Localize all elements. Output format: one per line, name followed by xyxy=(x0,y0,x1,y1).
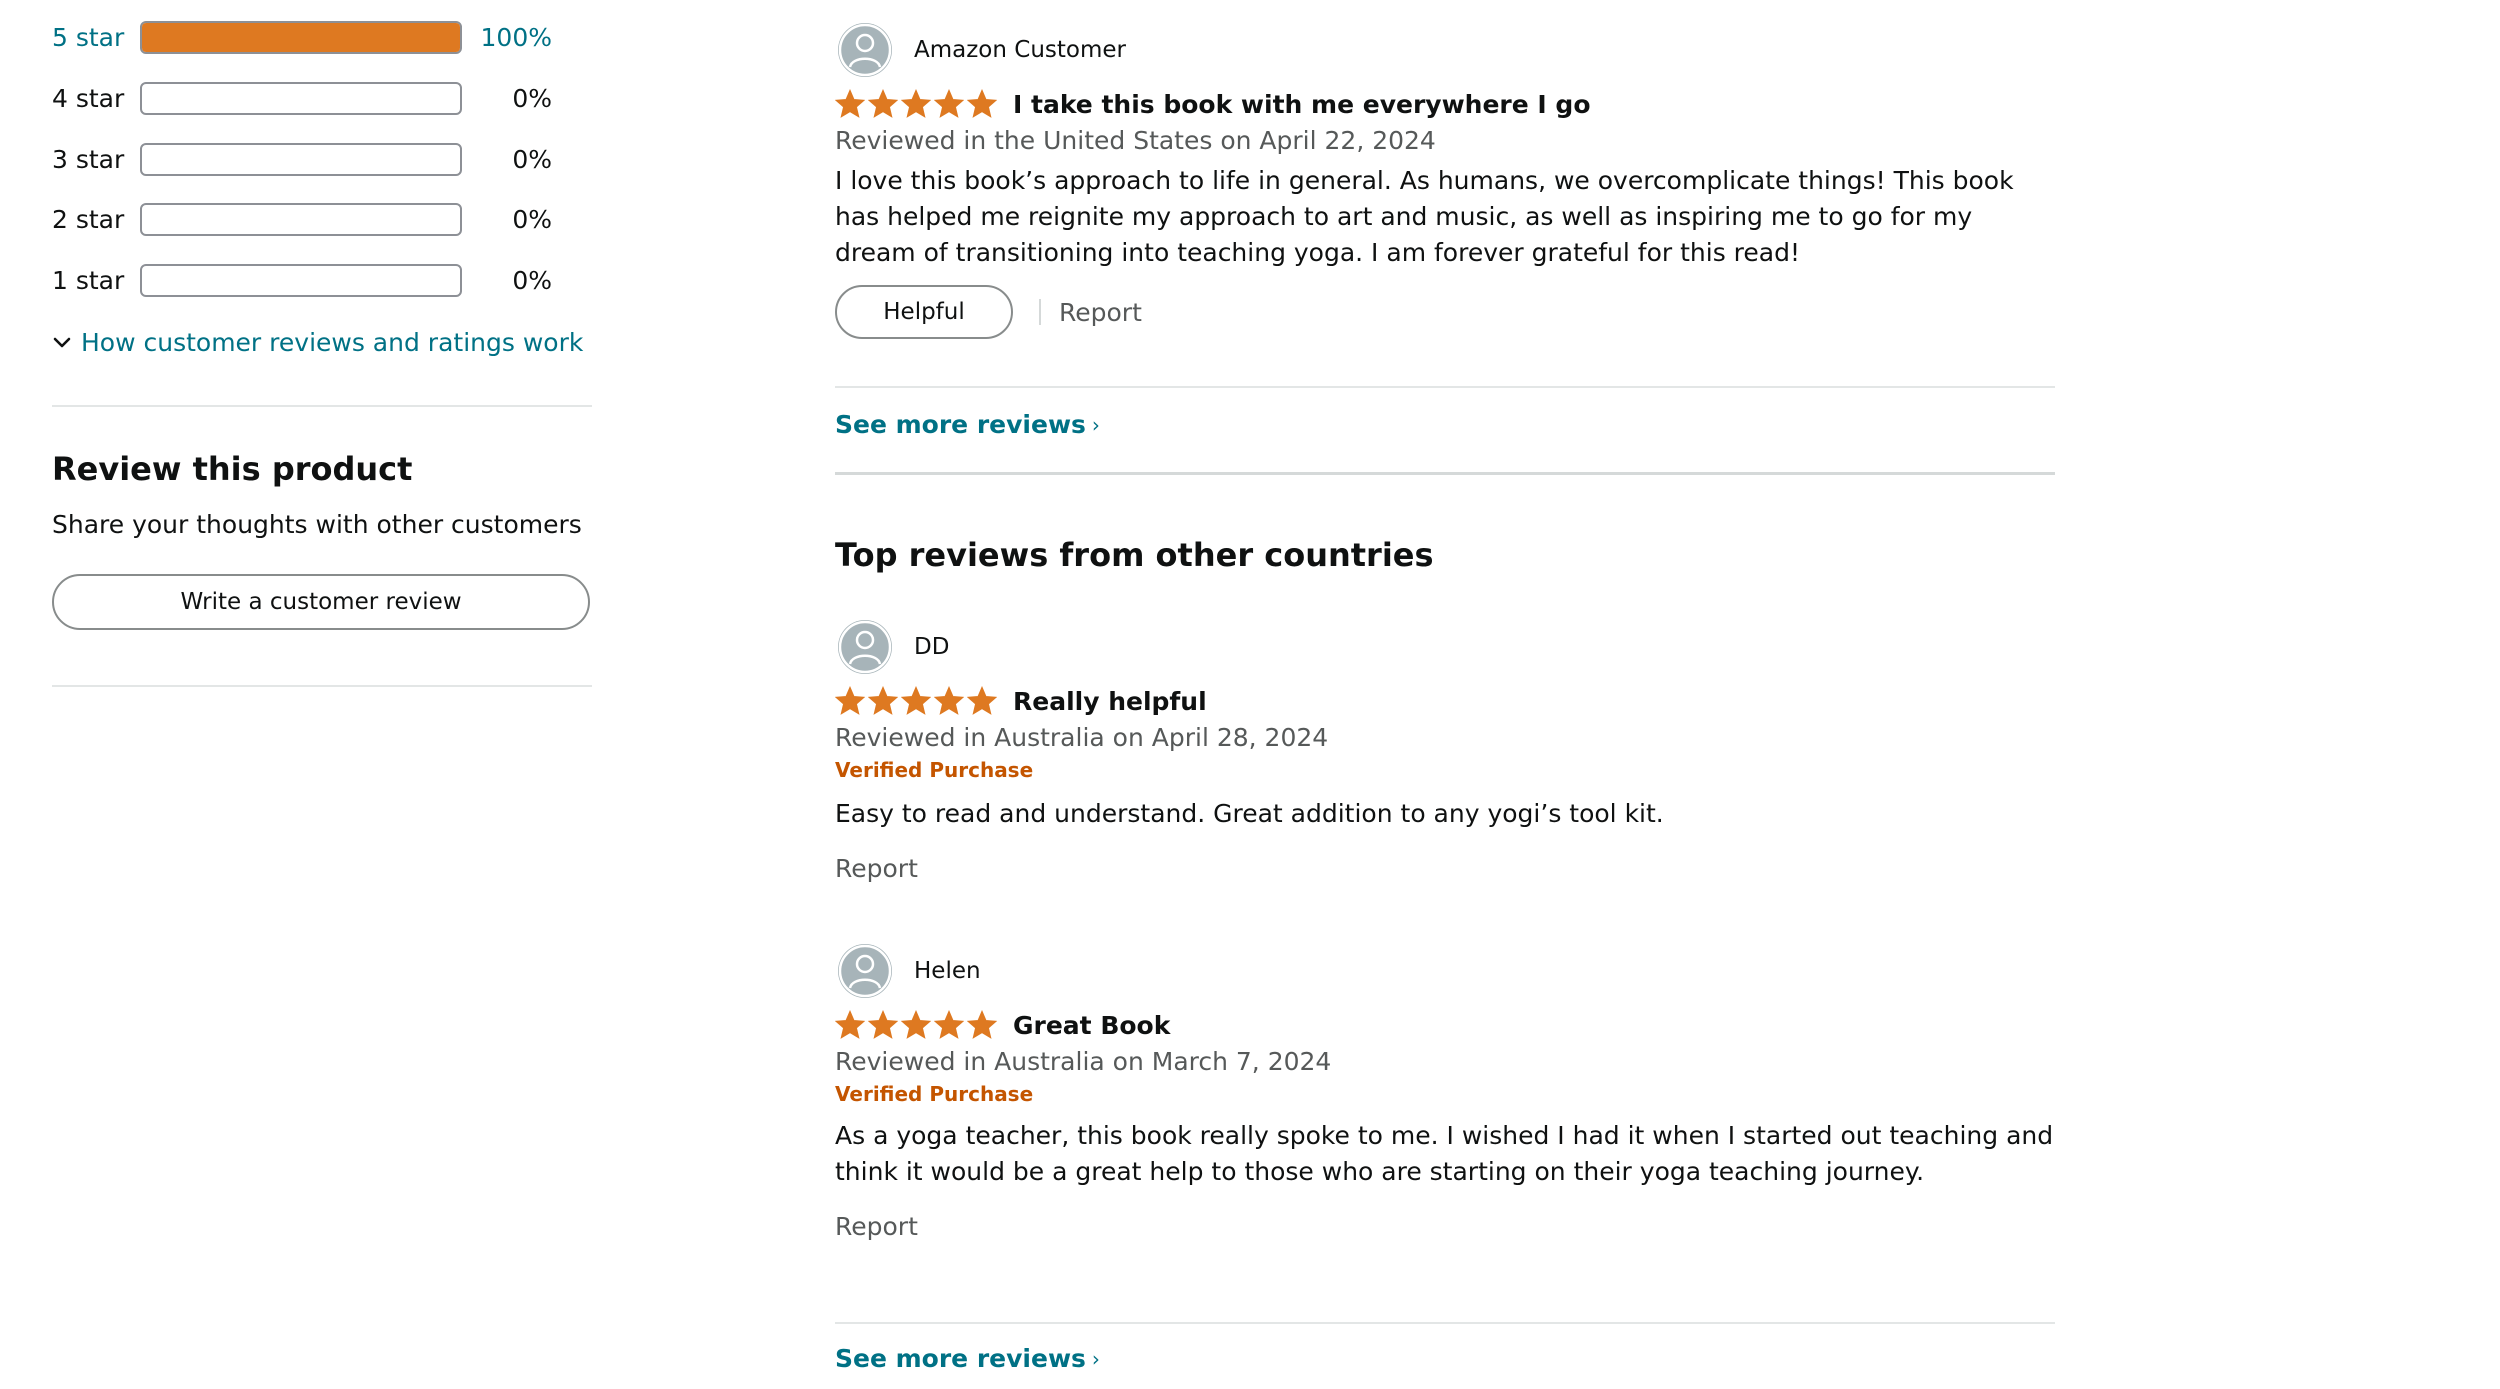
histogram-percent: 0% xyxy=(512,83,552,113)
chevron-right-icon: › xyxy=(1091,1346,1100,1371)
review-date: Reviewed in Australia on April 28, 2024 xyxy=(835,723,1329,752)
user-silhouette-icon xyxy=(838,620,892,674)
histogram-row-4-star: 4 star 0% xyxy=(52,78,572,118)
verified-purchase-badge: Verified Purchase xyxy=(835,1082,1034,1106)
histogram-bar-fill xyxy=(142,22,460,52)
histogram-bar xyxy=(140,202,462,236)
review-card: Amazon Customer I take this book with me… xyxy=(835,22,2055,339)
histogram-bar xyxy=(140,81,462,115)
histogram-percent: 0% xyxy=(512,144,552,174)
helpful-button[interactable]: Helpful xyxy=(835,285,1013,339)
histogram-percent: 0% xyxy=(512,265,552,295)
see-more-reviews-link[interactable]: See more reviews › xyxy=(835,410,1100,439)
review-actions: Report xyxy=(835,1212,2055,1241)
review-actions: Report xyxy=(835,854,2055,883)
user-silhouette-icon xyxy=(838,944,892,998)
review-body: As a yoga teacher, this book really spok… xyxy=(835,1121,2054,1186)
star-icon xyxy=(967,89,997,118)
histogram-label: 3 star xyxy=(52,144,125,174)
histogram-row-5-star[interactable]: 5 star 100% xyxy=(52,17,572,57)
star-icon xyxy=(901,686,931,715)
share-thoughts-text: Share your thoughts with other customers xyxy=(52,510,582,539)
review-title: Really helpful xyxy=(1013,686,1207,716)
star-icon xyxy=(835,89,865,118)
review-title-row: I take this book with me everywhere I go xyxy=(835,84,2055,124)
histogram-percent: 0% xyxy=(512,204,552,234)
report-link[interactable]: Report xyxy=(835,854,918,883)
write-review-button[interactable]: Write a customer review xyxy=(52,574,590,630)
review-date: Reviewed in the United States on April 2… xyxy=(835,126,1436,155)
histogram-percent[interactable]: 100% xyxy=(462,23,552,52)
star-icon xyxy=(967,1010,997,1039)
review-body: Easy to read and understand. Great addit… xyxy=(835,799,1664,828)
histogram-bar[interactable] xyxy=(140,20,462,54)
divider xyxy=(835,1322,2055,1324)
reviewer-name[interactable]: Helen xyxy=(914,958,981,984)
star-icon xyxy=(934,1010,964,1039)
report-link[interactable]: Report xyxy=(1059,298,1142,327)
star-rating xyxy=(835,686,997,716)
avatar[interactable] xyxy=(838,944,892,998)
review-card: Helen Great Book Reviewed in Australia o… xyxy=(835,943,2055,1241)
see-more-reviews-label[interactable]: See more reviews xyxy=(835,410,1086,439)
divider xyxy=(835,386,2055,388)
chevron-right-icon: › xyxy=(1091,412,1100,437)
star-rating xyxy=(835,1010,997,1040)
star-icon xyxy=(868,89,898,118)
report-link[interactable]: Report xyxy=(835,1212,918,1241)
review-title: Great Book xyxy=(1013,1010,1171,1040)
star-icon xyxy=(934,686,964,715)
histogram-label: 1 star xyxy=(52,265,125,295)
star-icon xyxy=(868,686,898,715)
star-icon xyxy=(835,1010,865,1039)
reviewer-profile[interactable]: DD xyxy=(835,619,2055,675)
how-reviews-work-label[interactable]: How customer reviews and ratings work xyxy=(81,328,583,357)
review-date: Reviewed in Australia on March 7, 2024 xyxy=(835,1047,1332,1076)
review-title-row: Really helpful xyxy=(835,681,2055,721)
reviewer-profile[interactable]: Helen xyxy=(835,943,2055,999)
histogram-row-1-star: 1 star 0% xyxy=(52,260,572,300)
histogram-label[interactable]: 5 star xyxy=(52,23,137,52)
avatar[interactable] xyxy=(838,620,892,674)
verified-purchase-badge: Verified Purchase xyxy=(835,758,1034,782)
histogram-row-3-star: 3 star 0% xyxy=(52,139,572,179)
star-icon xyxy=(934,89,964,118)
review-body: I love this book’s approach to life in g… xyxy=(835,166,2014,267)
review-title[interactable]: I take this book with me everywhere I go xyxy=(1013,90,1591,119)
histogram-label: 2 star xyxy=(52,204,125,234)
reviewer-profile[interactable]: Amazon Customer xyxy=(835,22,2055,78)
divider xyxy=(52,685,592,687)
see-more-reviews-link[interactable]: See more reviews › xyxy=(835,1344,1100,1373)
top-reviews-other-countries-heading: Top reviews from other countries xyxy=(835,536,1434,574)
star-icon xyxy=(901,1010,931,1039)
section-divider xyxy=(835,472,2055,475)
chevron-down-icon xyxy=(53,337,71,347)
reviewer-name[interactable]: Amazon Customer xyxy=(914,37,1126,63)
user-silhouette-icon xyxy=(838,23,892,77)
separator xyxy=(1039,299,1041,325)
reviewer-name[interactable]: DD xyxy=(914,634,949,660)
avatar[interactable] xyxy=(838,23,892,77)
histogram-row-2-star: 2 star 0% xyxy=(52,199,572,239)
histogram-bar xyxy=(140,142,462,176)
star-rating[interactable] xyxy=(835,89,997,119)
how-reviews-work-link[interactable]: How customer reviews and ratings work xyxy=(52,328,583,357)
star-icon xyxy=(967,686,997,715)
divider xyxy=(52,405,592,407)
see-more-reviews-label[interactable]: See more reviews xyxy=(835,1344,1086,1373)
histogram-bar xyxy=(140,263,462,297)
star-icon xyxy=(868,1010,898,1039)
review-card: DD Really helpful Reviewed in Australia … xyxy=(835,619,2055,883)
review-this-product-heading: Review this product xyxy=(52,450,413,488)
star-icon xyxy=(835,686,865,715)
review-title-row: Great Book xyxy=(835,1005,2055,1045)
star-icon xyxy=(901,89,931,118)
review-actions: Helpful Report xyxy=(835,285,2055,339)
histogram-label: 4 star xyxy=(52,83,125,113)
